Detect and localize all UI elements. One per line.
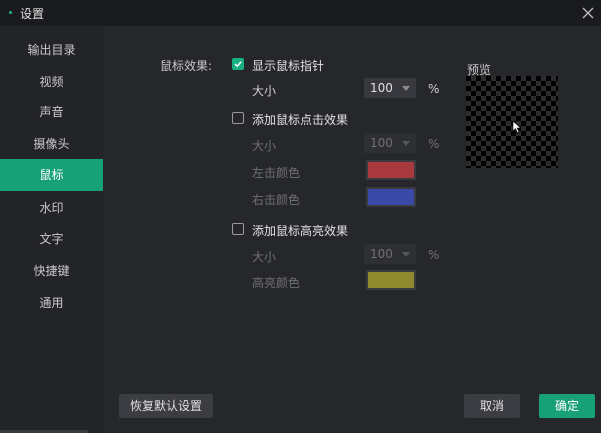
mouse-pointer-icon: [512, 120, 522, 134]
sidebar: 输出目录 视频 声音 摄像头 鼠标 水印 文字 快捷键 通用: [0, 26, 103, 433]
click-effect-label: 添加鼠标点击效果: [252, 113, 349, 127]
sidebar-item-mouse[interactable]: 鼠标: [0, 159, 103, 191]
app-icon: [9, 11, 12, 14]
right-click-color-swatch[interactable]: [366, 187, 416, 207]
sidebar-item-text[interactable]: 文字: [0, 223, 103, 255]
highlight-size-unit: %: [428, 248, 440, 262]
highlight-size-label: 大小: [252, 250, 277, 264]
pointer-size-unit: %: [428, 82, 440, 96]
sidebar-item-general[interactable]: 通用: [0, 287, 103, 319]
left-click-color-label: 左击颜色: [252, 166, 301, 180]
click-size-label: 大小: [252, 139, 277, 153]
mouse-effect-label: 鼠标效果:: [160, 59, 213, 73]
click-size-select[interactable]: 100: [364, 133, 416, 153]
sidebar-item-watermark[interactable]: 水印: [0, 192, 103, 224]
cancel-button[interactable]: 取消: [464, 394, 520, 418]
sidebar-item-audio[interactable]: 声音: [0, 96, 103, 128]
window-title: 设置: [20, 7, 45, 21]
preview-canvas: [466, 76, 558, 168]
ok-button[interactable]: 确定: [539, 394, 595, 418]
sidebar-item-video[interactable]: 视频: [0, 66, 103, 98]
sidebar-item-output-dir[interactable]: 输出目录: [0, 34, 103, 66]
check-icon: [234, 61, 242, 68]
pointer-size-select[interactable]: 100: [364, 78, 416, 98]
title-bar: 设置: [0, 0, 601, 26]
highlight-color-label: 高亮颜色: [252, 276, 301, 290]
chevron-down-icon: [402, 252, 410, 257]
close-icon[interactable]: [580, 5, 596, 21]
reset-defaults-button[interactable]: 恢复默认设置: [119, 394, 213, 418]
highlight-size-select[interactable]: 100: [364, 244, 416, 264]
click-effect-checkbox[interactable]: [232, 112, 244, 124]
highlight-color-swatch[interactable]: [366, 270, 416, 290]
click-size-unit: %: [428, 137, 440, 151]
show-pointer-label: 显示鼠标指针: [252, 59, 325, 73]
right-click-color-label: 右击颜色: [252, 193, 301, 207]
left-click-color-swatch[interactable]: [366, 160, 416, 180]
chevron-down-icon: [402, 86, 410, 91]
highlight-effect-checkbox[interactable]: [232, 223, 244, 235]
chevron-down-icon: [402, 141, 410, 146]
show-pointer-checkbox[interactable]: [232, 58, 244, 70]
pointer-size-label: 大小: [252, 84, 277, 98]
sidebar-item-hotkeys[interactable]: 快捷键: [0, 255, 103, 287]
highlight-effect-label: 添加鼠标高亮效果: [252, 224, 349, 238]
sidebar-item-camera[interactable]: 摄像头: [0, 128, 103, 160]
